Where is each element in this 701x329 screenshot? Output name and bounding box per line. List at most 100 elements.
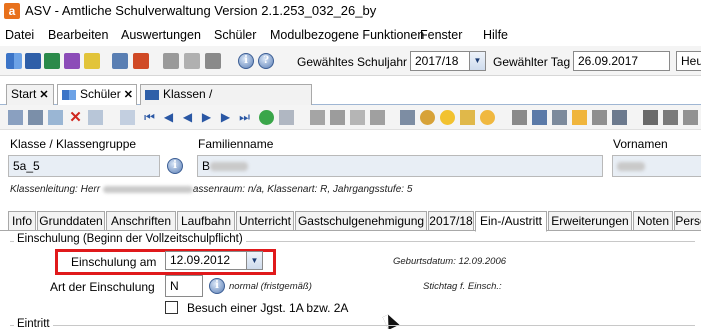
tab-klassen[interactable]: Klassen / Klassengruppen✕ — [140, 84, 312, 120]
klassenleitung-prefix: Klassenleitung: Herr — [10, 184, 101, 195]
copy-icon[interactable] — [350, 110, 365, 125]
list-icon[interactable] — [112, 53, 128, 69]
lightning-icon[interactable] — [205, 53, 221, 69]
teacher-icon[interactable] — [44, 53, 60, 69]
tag-value: 26.09.2017 — [578, 54, 639, 68]
redacted-teacher — [102, 185, 193, 193]
tab-ein-austritt[interactable]: Ein-/Austritt — [475, 211, 547, 232]
previous-page-icon[interactable]: ◀ — [161, 110, 176, 125]
printer-icon[interactable] — [400, 110, 415, 125]
pupils-icon[interactable] — [6, 53, 22, 69]
next-record-icon[interactable]: ▶ — [199, 110, 214, 125]
tab-unterricht[interactable]: Unterricht — [236, 211, 294, 231]
preview-icon[interactable] — [420, 110, 435, 125]
tab-noten[interactable]: Noten — [633, 211, 673, 231]
klasse-field[interactable]: 5a_5 — [8, 155, 160, 177]
familienname-label: Familienname — [198, 137, 274, 151]
refresh-icon[interactable] — [48, 110, 63, 125]
lightbulb-icon[interactable] — [440, 110, 455, 125]
familienname-field[interactable]: B — [197, 155, 603, 177]
save-icon[interactable] — [28, 110, 43, 125]
tag-label: Gewählter Tag — [493, 55, 571, 69]
menu-auswertungen[interactable]: Auswertungen — [121, 28, 201, 42]
close-icon[interactable]: ✕ — [39, 89, 48, 101]
menu-modulbezogene-funktionen[interactable]: Modulbezogene Funktionen — [270, 28, 424, 42]
eintritt-section-title: Eintritt — [14, 318, 53, 329]
menu-bearbeiten[interactable]: Bearbeiten — [48, 28, 108, 42]
copy-icon[interactable] — [163, 53, 179, 69]
person-icon[interactable] — [532, 110, 547, 125]
tab-gastschulgenehmigung[interactable]: Gastschulgenehmigung — [295, 211, 427, 231]
klassenleitung-info: Klassenleitung: Herr assenraum: n/a, Kla… — [10, 184, 412, 195]
reload-icon[interactable] — [259, 110, 274, 125]
tab-personal[interactable]: Perso — [674, 211, 701, 231]
next-page-icon[interactable]: ▶ — [218, 110, 233, 125]
chevron-down-icon[interactable]: ▼ — [469, 52, 485, 70]
delete-icon[interactable]: ✕ — [68, 110, 83, 125]
first-record-icon[interactable]: ⏮ — [142, 110, 157, 125]
einschulung-date-value: 12.09.2012 — [170, 253, 231, 267]
previous-record-icon[interactable]: ◀ — [180, 110, 195, 125]
menu-datei[interactable]: Datei — [5, 28, 34, 42]
vornamen-field[interactable] — [612, 155, 701, 177]
art-einschulung-field[interactable]: N — [165, 275, 203, 297]
info-icon[interactable]: i — [167, 158, 183, 174]
tab-erweiterungen[interactable]: Erweiterungen — [548, 211, 632, 231]
tag-multiple-icon[interactable] — [663, 110, 678, 125]
menu-schueler[interactable]: Schüler — [214, 28, 256, 42]
details-icon[interactable] — [279, 110, 294, 125]
tab-grunddaten[interactable]: Grunddaten — [37, 211, 105, 231]
box-icon[interactable] — [512, 110, 527, 125]
app-logo-icon: a — [4, 3, 20, 19]
report-icon[interactable] — [133, 53, 149, 69]
redacted-firstname — [617, 162, 645, 172]
window-title: ASV - Amtliche Schulverwaltung Version 2… — [25, 3, 377, 18]
tab-anschriften[interactable]: Anschriften — [106, 211, 176, 231]
vornamen-label: Vornamen — [613, 137, 668, 151]
schuljahr-select[interactable]: 2017/18 ▼ — [410, 51, 486, 71]
info-icon[interactable]: i — [209, 278, 225, 294]
stichtag-text: Stichtag f. Einsch.: — [423, 281, 502, 292]
tab-laufbahn[interactable]: Laufbahn — [177, 211, 235, 231]
clock-icon[interactable] — [480, 110, 495, 125]
new-icon[interactable] — [8, 110, 23, 125]
art-einschulung-label: Art der Einschulung — [50, 280, 155, 294]
info-icon[interactable]: i — [238, 53, 254, 69]
redacted-name — [210, 162, 249, 172]
tab-start[interactable]: Start ✕ — [6, 84, 54, 105]
filter-icon[interactable] — [683, 110, 698, 125]
paste-icon[interactable] — [370, 110, 385, 125]
tab-schueler[interactable]: Schüler ✕ — [57, 84, 137, 105]
form-icon[interactable] — [552, 110, 567, 125]
print-list-icon[interactable] — [120, 110, 135, 125]
besuch-label: Besuch einer Jgst. 1A bzw. 2A — [187, 301, 349, 315]
cut-icon[interactable] — [330, 110, 345, 125]
klasse-value: 5a_5 — [13, 159, 40, 173]
back-icon[interactable] — [310, 110, 325, 125]
menu-hilfe[interactable]: Hilfe — [483, 28, 508, 42]
key-icon[interactable] — [460, 110, 475, 125]
edit-icon[interactable] — [88, 110, 103, 125]
heute-button[interactable]: Heu — [676, 51, 701, 71]
tab-info[interactable]: Info — [8, 211, 36, 231]
einschulung-date-field[interactable]: 12.09.2012 ▼ — [165, 251, 263, 270]
klassenleitung-suffix: assenraum: n/a, Klassenart: R, Jahrgangs… — [192, 184, 413, 195]
class-group-icon[interactable] — [25, 53, 41, 69]
last-record-icon[interactable]: ⏭ — [237, 110, 252, 125]
move-icon[interactable] — [592, 110, 607, 125]
close-icon[interactable]: ✕ — [124, 89, 133, 101]
notes-icon[interactable] — [84, 53, 100, 69]
besuch-checkbox[interactable] — [165, 301, 178, 314]
menu-fenster[interactable]: Fenster — [420, 28, 462, 42]
tab-schuljahr[interactable]: 2017/18 — [428, 211, 474, 231]
tab-start-label: Start — [11, 87, 37, 101]
tag-date-field[interactable]: 26.09.2017 — [573, 51, 670, 71]
grid-icon[interactable] — [184, 53, 200, 69]
user-card-icon[interactable] — [612, 110, 627, 125]
folder-icon[interactable] — [572, 110, 587, 125]
help-icon[interactable]: ? — [258, 53, 274, 69]
subjects-icon[interactable] — [64, 53, 80, 69]
chevron-down-icon[interactable]: ▼ — [246, 252, 262, 269]
schuljahr-value: 2017/18 — [415, 54, 459, 68]
tag-icon[interactable] — [643, 110, 658, 125]
